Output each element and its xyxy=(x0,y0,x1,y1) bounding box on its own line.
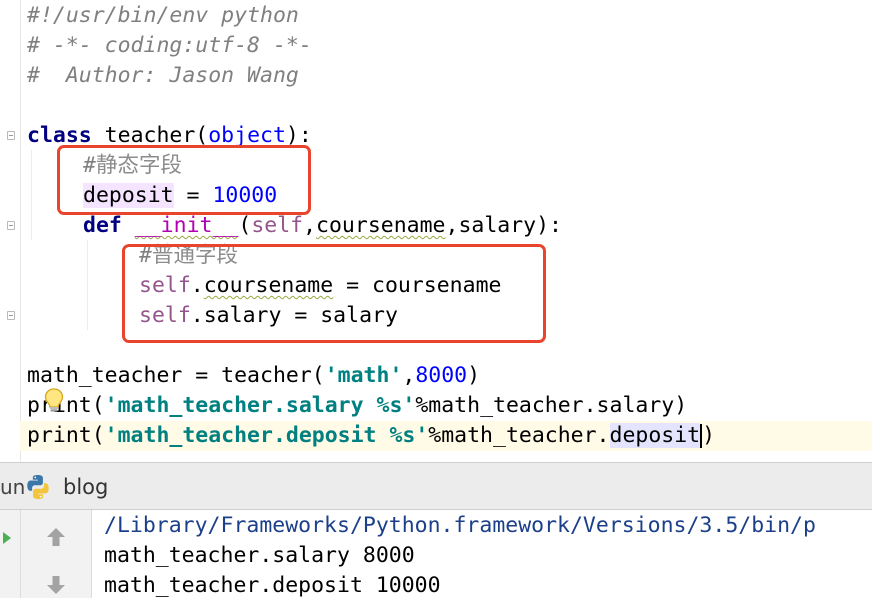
python-icon xyxy=(27,475,49,499)
console-toolbar xyxy=(21,510,92,598)
paren-close: ) xyxy=(467,363,481,388)
fold-marker-end-icon[interactable] xyxy=(7,311,15,320)
comment-coding: # -*- coding:utf-8 -*- xyxy=(27,33,312,58)
console-line-interpreter: /Library/Frameworks/Python.framework/Ver… xyxy=(104,513,816,538)
comma: , xyxy=(402,363,416,388)
indent-guide xyxy=(31,150,32,240)
code-line-print-salary: print('math_teacher.salary %s'%math_teac… xyxy=(27,391,687,421)
rerun-icon[interactable] xyxy=(2,532,12,544)
fold-marker-class-icon[interactable] xyxy=(7,131,15,140)
param-self: self xyxy=(251,213,304,238)
lightbulb-icon[interactable] xyxy=(40,386,68,414)
arrow-down-icon[interactable] xyxy=(43,572,69,598)
param-coursename: coursename xyxy=(316,213,446,238)
attr-deposit-highlighted: deposit xyxy=(609,423,701,448)
fold-marker-def-icon[interactable] xyxy=(7,221,15,230)
console-left-strip xyxy=(0,510,21,598)
keyword-def: def xyxy=(83,213,122,238)
code-line-1: #!/usr/bin/env python xyxy=(27,1,299,31)
editor-gutter xyxy=(0,0,21,462)
indent-guide xyxy=(87,240,88,330)
code-editor[interactable]: #!/usr/bin/env python # -*- coding:utf-8… xyxy=(0,0,872,462)
comment-shebang: #!/usr/bin/env python xyxy=(27,3,299,28)
highlight-box-static-field xyxy=(57,145,311,215)
code-line-def: def __init__(self,coursename,salary): xyxy=(83,211,562,241)
run-tool-bar: un blog xyxy=(0,462,872,510)
print-call: print( xyxy=(27,423,105,448)
comma: , xyxy=(303,213,317,238)
run-label: un xyxy=(0,475,26,499)
code-line-2: # -*- coding:utf-8 -*- xyxy=(27,31,312,61)
run-tab-blog[interactable]: blog xyxy=(63,475,108,499)
highlight-box-instance-field xyxy=(122,244,546,343)
params-rest: ,salary): xyxy=(445,213,563,238)
code-line-print-deposit[interactable]: print('math_teacher.deposit %s'%math_tea… xyxy=(20,421,872,451)
instantiate-lhs: math_teacher = teacher( xyxy=(27,363,325,388)
string-math: 'math' xyxy=(324,363,403,388)
comment-author: # Author: Jason Wang xyxy=(27,63,299,88)
string-deposit-format: 'math_teacher.deposit %s' xyxy=(104,423,429,448)
code-line-3: # Author: Jason Wang xyxy=(27,61,299,91)
paren-close: ) xyxy=(702,423,716,448)
run-console: /Library/Frameworks/Python.framework/Ver… xyxy=(0,510,872,598)
console-line-salary: math_teacher.salary 8000 xyxy=(104,543,415,568)
salary-format-args: %math_teacher.salary) xyxy=(415,393,688,418)
arrow-up-icon[interactable] xyxy=(43,524,69,550)
func-init: __init__ xyxy=(134,213,239,238)
paren-open: ( xyxy=(238,213,252,238)
console-line-deposit: math_teacher.deposit 10000 xyxy=(104,573,441,598)
string-salary-format: 'math_teacher.salary %s' xyxy=(104,393,416,418)
number-8000: 8000 xyxy=(415,363,468,388)
deposit-format-args: %math_teacher. xyxy=(428,423,610,448)
code-line-instantiate: math_teacher = teacher('math',8000) xyxy=(27,361,480,391)
